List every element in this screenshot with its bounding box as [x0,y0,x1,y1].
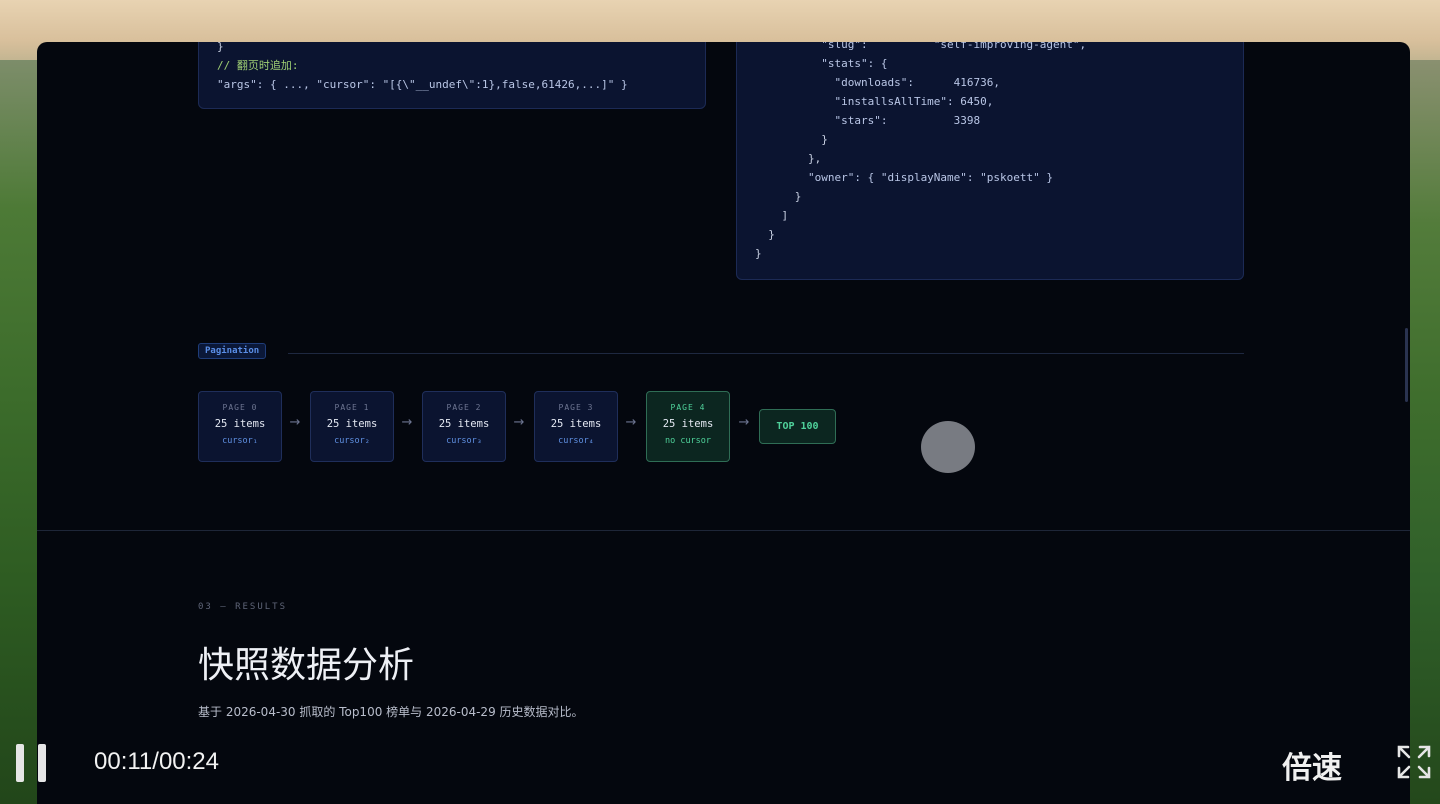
page-card-label: PAGE 3 [558,403,594,412]
code-line: "installsAllTime": 6450, [755,95,994,108]
code-line: } [755,190,802,203]
video-player[interactable]: } // 翻页时追加: "args": { ..., "cursor": "[{\"… [37,42,1410,804]
code-line: } [217,42,224,53]
scrollbar-thumb[interactable] [1405,328,1408,402]
pause-icon [38,744,46,782]
page-card-label: PAGE 1 [334,403,370,412]
page-card-cursor: cursor₃ [446,436,482,446]
page-card-0: PAGE 0 25 items cursor₁ [198,391,282,462]
pause-button[interactable] [16,744,48,782]
code-snippet-request: } // 翻页时追加: "args": { ..., "cursor": "[{\"… [198,42,706,109]
pointer-cursor-indicator [921,421,975,473]
code-snippet-response: "slug": "self-improving-agent", "stats":… [736,42,1244,280]
page-card-1: PAGE 1 25 items cursor₂ [310,391,394,462]
page-card-items: 25 items [214,418,266,430]
section-divider [37,530,1410,531]
section-divider-line [288,353,1244,354]
flow-arrow: → [513,415,525,430]
code-line: }, [755,152,822,165]
page-card-items: 25 items [438,418,490,430]
player-controls: 00:11/00:24 倍速 [0,740,1440,804]
page-card-label: PAGE 2 [446,403,482,412]
page-card-3: PAGE 3 25 items cursor₄ [534,391,618,462]
results-section-label: 03 — RESULTS [198,602,288,612]
flow-arrow: → [289,415,301,430]
results-title: 快照数据分析 [198,645,415,686]
fullscreen-button[interactable] [1396,744,1432,780]
pagination-tag: Pagination [198,343,267,359]
code-line: "args": { ..., "cursor": "[{\"__undef\":… [217,78,628,91]
code-line: ] [755,209,789,222]
results-description: 基于 2026-04-30 抓取的 Top100 榜单与 2026-04-29 … [198,705,584,719]
page-card-label: PAGE 0 [222,403,258,412]
code-line: "stars": 3398 [755,114,981,127]
playback-time: 00:11/00:24 [94,748,220,775]
code-line: } [755,228,775,241]
fullscreen-icon [1397,745,1431,779]
page-card-2: PAGE 2 25 items cursor₃ [422,391,506,462]
page-card-cursor: cursor₂ [334,436,370,446]
speed-button[interactable]: 倍速 [1282,743,1342,787]
flow-arrow: → [738,415,750,430]
page-card-label: PAGE 4 [670,403,706,412]
page-card-cursor: cursor₄ [558,436,594,446]
page-card-cursor: cursor₁ [222,436,258,446]
page-card-4: PAGE 4 25 items no cursor [646,391,730,462]
code-line: "owner": { "displayName": "pskoett" } [755,171,1054,184]
top100-badge: TOP 100 [759,409,836,444]
code-line: } [755,247,762,260]
code-line: // 翻页时追加: [217,59,299,72]
flow-arrow: → [625,415,637,430]
page-card-cursor: no cursor [664,436,712,446]
code-line: } [755,133,828,146]
code-line: "slug": "self-improving-agent", [755,42,1087,51]
code-line: "downloads": 416736, [755,76,1001,89]
code-line: "stats": { [755,57,888,70]
page-card-items: 25 items [662,418,714,430]
flow-arrow: → [401,415,413,430]
page-card-items: 25 items [326,418,378,430]
page-card-items: 25 items [550,418,602,430]
pause-icon [16,744,24,782]
